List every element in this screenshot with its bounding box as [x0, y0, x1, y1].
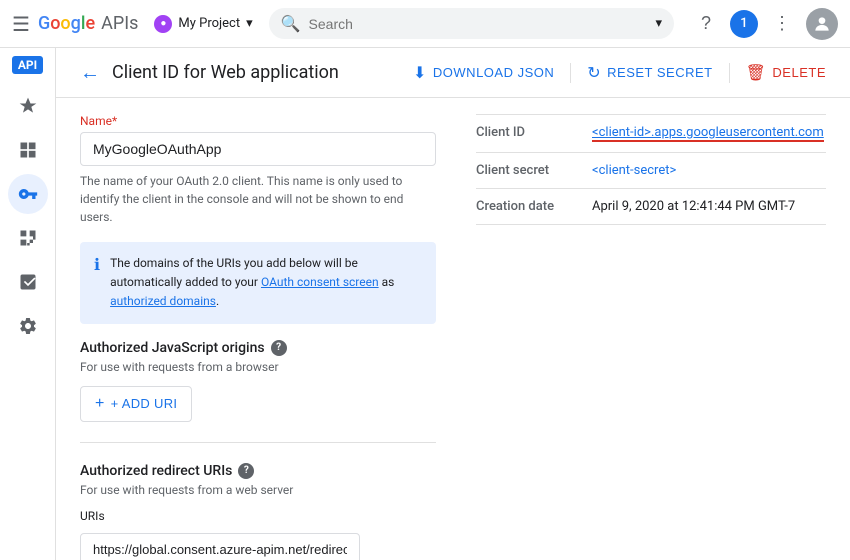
project-selector[interactable]: ● My Project ▾ — [154, 15, 252, 33]
info-icon: ℹ — [94, 255, 100, 312]
redirect-uris-help-icon[interactable]: ? — [238, 463, 254, 479]
sidebar-icon-tasks[interactable] — [8, 262, 48, 302]
left-panel: Name* The name of your OAuth 2.0 client.… — [80, 114, 436, 560]
project-dropdown-arrow: ▾ — [246, 16, 253, 31]
js-origins-subtitle: For use with requests from a browser — [80, 360, 436, 374]
divider-2 — [729, 63, 730, 83]
download-json-button[interactable]: ⬇ DOWNLOAD JSON — [413, 63, 554, 83]
google-apis-logo: Google APIs — [38, 13, 138, 34]
client-secret-row: Client secret <client-secret> — [476, 153, 826, 189]
page-title: Client ID for Web application — [112, 62, 401, 83]
main-content: ← Client ID for Web application ⬇ DOWNLO… — [56, 48, 850, 560]
page-header: ← Client ID for Web application ⬇ DOWNLO… — [56, 48, 850, 98]
delete-icon: 🗑 — [746, 63, 767, 83]
name-field-label: Name* — [80, 114, 436, 128]
section-divider — [80, 442, 436, 443]
name-field-group: Name* The name of your OAuth 2.0 client.… — [80, 114, 436, 226]
hamburger-icon[interactable]: ☰ — [12, 12, 30, 36]
client-id-label: Client ID — [476, 125, 576, 140]
sidebar-icon-settings[interactable] — [8, 306, 48, 346]
sidebar: API — [0, 48, 56, 560]
redirect-uris-title: Authorized redirect URIs ? — [80, 463, 436, 479]
main-layout: API ← Client ID for Web application ⬇ — [0, 48, 850, 560]
info-text: The domains of the URIs you add below wi… — [110, 254, 422, 312]
client-secret-label: Client secret — [476, 163, 576, 178]
creation-date-label: Creation date — [476, 199, 576, 214]
more-menu-button[interactable]: ⋮ — [766, 8, 798, 40]
js-origins-help-icon[interactable]: ? — [271, 340, 287, 356]
header-actions: ⬇ DOWNLOAD JSON ↻ RESET SECRET 🗑 DELETE — [413, 63, 826, 83]
sidebar-icon-credentials[interactable] — [8, 174, 48, 214]
client-id-row: Client ID <client-id>.apps.googleusercon… — [476, 114, 826, 153]
divider — [570, 63, 571, 83]
js-origins-section: Authorized JavaScript origins ? For use … — [80, 340, 436, 422]
client-id-value[interactable]: <client-id>.apps.googleusercontent.com — [592, 125, 824, 142]
top-nav: ☰ Google APIs ● My Project ▾ 🔍 ▾ ? 1 ⋮ — [0, 0, 850, 48]
plus-icon: + — [95, 395, 105, 413]
uris-label: URIs — [80, 509, 436, 523]
content-area: Name* The name of your OAuth 2.0 client.… — [56, 98, 850, 560]
notification-badge[interactable]: 1 — [730, 10, 758, 38]
client-details: Client ID <client-id>.apps.googleusercon… — [476, 114, 826, 225]
js-origins-title: Authorized JavaScript origins ? — [80, 340, 436, 356]
right-panel: Client ID <client-id>.apps.googleusercon… — [476, 114, 826, 560]
sidebar-icon-endpoints[interactable] — [8, 218, 48, 258]
sidebar-icon-marketplace[interactable] — [8, 86, 48, 126]
delete-button[interactable]: 🗑 DELETE — [746, 63, 826, 83]
add-uri-button[interactable]: + + ADD URI — [80, 386, 192, 422]
creation-date-row: Creation date April 9, 2020 at 12:41:44 … — [476, 189, 826, 225]
name-input[interactable] — [80, 132, 436, 166]
uri-input[interactable] — [80, 533, 360, 560]
project-icon: ● — [154, 15, 172, 33]
download-icon: ⬇ — [413, 63, 427, 83]
authorized-domains-link[interactable]: authorized domains — [110, 294, 216, 308]
search-bar[interactable]: 🔍 ▾ — [269, 8, 674, 39]
redirect-uris-subtitle: For use with requests from a web server — [80, 483, 436, 497]
user-avatar[interactable] — [806, 8, 838, 40]
creation-date-value: April 9, 2020 at 12:41:44 PM GMT-7 — [592, 199, 795, 214]
search-dropdown-icon: ▾ — [655, 16, 662, 31]
back-button[interactable]: ← — [80, 60, 100, 85]
redirect-uris-section: Authorized redirect URIs ? For use with … — [80, 463, 436, 560]
oauth-consent-link[interactable]: OAuth consent screen — [261, 275, 379, 289]
logo-text: Google — [38, 13, 95, 34]
reset-secret-button[interactable]: ↻ RESET SECRET — [587, 63, 712, 83]
search-input[interactable] — [309, 16, 648, 32]
apis-label: APIs — [101, 13, 138, 34]
info-box: ℹ The domains of the URIs you add below … — [80, 242, 436, 324]
reset-icon: ↻ — [587, 63, 601, 83]
sidebar-api-label[interactable]: API — [12, 56, 43, 74]
client-secret-value[interactable]: <client-secret> — [592, 163, 676, 178]
name-field-help: The name of your OAuth 2.0 client. This … — [80, 172, 436, 226]
nav-actions: ? 1 ⋮ — [690, 8, 838, 40]
search-icon: 🔍 — [281, 14, 301, 33]
sidebar-icon-dashboard[interactable] — [8, 130, 48, 170]
help-button[interactable]: ? — [690, 8, 722, 40]
project-name: My Project — [178, 16, 240, 31]
